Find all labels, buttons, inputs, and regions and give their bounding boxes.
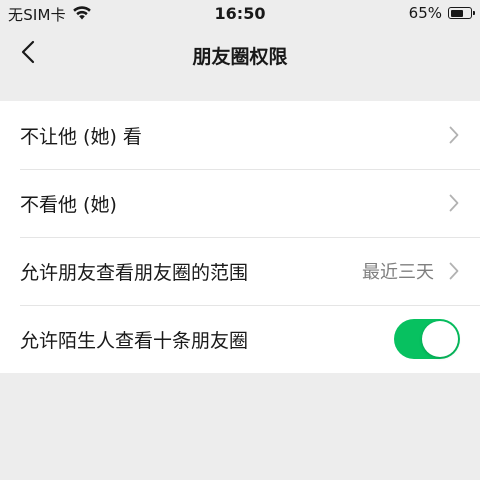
setting-label: 不看他 (她) xyxy=(20,193,117,216)
setting-label: 允许陌生人查看十条朋友圈 xyxy=(20,329,249,352)
settings-list: 不让他 (她) 看 不看他 (她) 允许朋友查看朋友圈的范围 最近三天 允许陌生… xyxy=(0,101,480,373)
setting-label: 允许朋友查看朋友圈的范围 xyxy=(20,261,249,284)
setting-visible-range[interactable]: 允许朋友查看朋友圈的范围 最近三天 xyxy=(0,237,480,305)
battery-percent: 65% xyxy=(408,4,442,22)
toggle-knob xyxy=(422,321,458,357)
setting-label: 不让他 (她) 看 xyxy=(20,125,142,148)
setting-value: 最近三天 xyxy=(362,262,434,283)
setting-hide-my-moments[interactable]: 不让他 (她) 看 xyxy=(0,101,480,169)
screen: 无SIM卡 16:50 65% 朋友圈权限 不让他 (她) 看 不看他 (她) … xyxy=(0,0,480,480)
setting-stranger-view-ten: 允许陌生人查看十条朋友圈 xyxy=(0,305,480,373)
setting-hide-their-moments[interactable]: 不看他 (她) xyxy=(0,169,480,237)
status-right: 65% xyxy=(408,4,475,22)
chevron-right-icon xyxy=(448,193,460,213)
chevron-right-icon xyxy=(448,261,460,281)
battery-fill xyxy=(450,9,463,17)
stranger-view-toggle[interactable] xyxy=(394,319,460,359)
status-bar: 无SIM卡 16:50 65% xyxy=(0,0,480,28)
battery-icon xyxy=(448,7,475,19)
page-title: 朋友圈权限 xyxy=(192,46,288,68)
chevron-right-icon xyxy=(448,125,460,145)
nav-bar: 朋友圈权限 xyxy=(0,28,480,82)
